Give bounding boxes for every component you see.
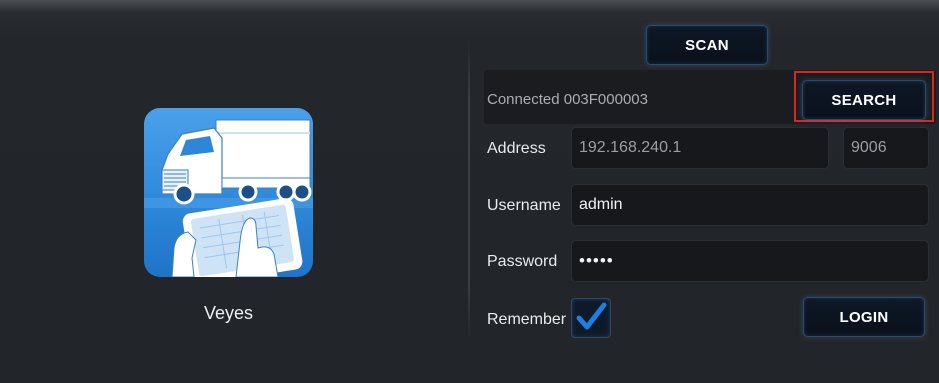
top-status-bar [0, 0, 939, 12]
panel-divider [468, 40, 470, 340]
truck-tablet-app-icon [144, 108, 313, 277]
address-field[interactable]: 192.168.240.1 [571, 127, 829, 169]
search-button[interactable]: SEARCH [802, 80, 926, 120]
checkmark-icon [576, 302, 607, 330]
username-label: Username [487, 197, 561, 214]
remember-label: Remember [487, 311, 567, 328]
password-label: Password [487, 253, 558, 270]
remember-checkbox[interactable] [571, 298, 611, 338]
password-field[interactable]: ••••• [571, 240, 929, 282]
username-field[interactable]: admin [571, 184, 929, 226]
login-button[interactable]: LOGIN [803, 297, 925, 337]
port-field[interactable]: 9006 [843, 127, 929, 169]
scan-button[interactable]: SCAN [646, 25, 768, 65]
address-label: Address [487, 140, 546, 157]
connection-status-text: Connected 003F000003 [487, 91, 648, 108]
app-name: Veyes [203, 303, 254, 323]
